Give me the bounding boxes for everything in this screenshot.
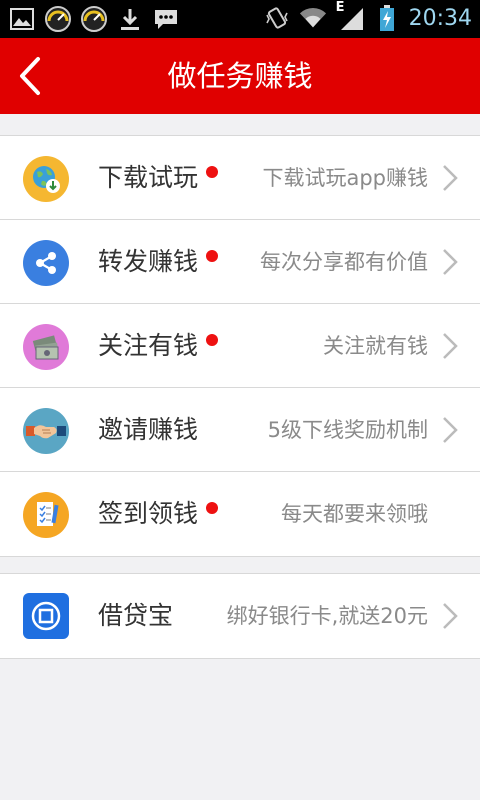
notification-badge xyxy=(206,250,218,262)
wifi-icon xyxy=(299,4,327,32)
notification-badge xyxy=(206,502,218,514)
list-item-download-trial[interactable]: 下载试玩 下载试玩app赚钱 xyxy=(0,136,480,220)
status-bar: E 20:34 xyxy=(0,0,480,38)
signal-icon: E xyxy=(335,0,365,32)
jiedaibao-logo-icon xyxy=(23,593,69,639)
chevron-right-icon xyxy=(443,249,458,275)
list-item-invite-earn[interactable]: 邀请赚钱 5级下线奖励机制 xyxy=(0,388,480,472)
item-label: 下载试玩 xyxy=(98,163,199,192)
globe-download-icon xyxy=(23,156,69,202)
checklist-icon xyxy=(23,492,69,538)
item-label: 借贷宝 xyxy=(98,601,174,630)
list-item-jiedaibao[interactable]: 借贷宝 绑好银行卡,就送20元 xyxy=(0,574,480,658)
page-title: 做任务赚钱 xyxy=(167,59,313,93)
list-item-checkin-earn[interactable]: 签到领钱 每天都要来领哦 xyxy=(0,472,480,556)
item-label: 邀请赚钱 xyxy=(98,415,199,444)
item-description: 每次分享都有价值 xyxy=(260,250,428,274)
task-list: 下载试玩 下载试玩app赚钱 转发赚钱 每次分享都有价值 关注有钱 关注就有钱 … xyxy=(0,135,480,557)
title-bar: 做任务赚钱 xyxy=(0,38,480,114)
item-description: 下载试玩app赚钱 xyxy=(262,166,428,190)
chevron-right-icon xyxy=(443,333,458,359)
speedometer-icon xyxy=(44,5,72,33)
chevron-right-icon xyxy=(443,417,458,443)
handshake-icon xyxy=(23,408,69,454)
clock: 20:34 xyxy=(408,5,472,31)
item-description: 关注就有钱 xyxy=(323,334,428,358)
item-label: 关注有钱 xyxy=(98,331,199,360)
money-icon xyxy=(23,324,69,370)
vibrate-icon xyxy=(263,4,291,32)
battery-charging-icon xyxy=(373,4,401,32)
image-icon xyxy=(8,5,36,33)
notification-badge xyxy=(206,166,218,178)
item-description: 5级下线奖励机制 xyxy=(267,418,428,442)
list-item-share-earn[interactable]: 转发赚钱 每次分享都有价值 xyxy=(0,220,480,304)
chevron-right-icon xyxy=(443,165,458,191)
item-description: 每天都要来领哦 xyxy=(281,502,428,526)
speedometer-icon xyxy=(80,5,108,33)
loan-section: 借贷宝 绑好银行卡,就送20元 xyxy=(0,573,480,659)
item-description: 绑好银行卡,就送20元 xyxy=(226,604,428,628)
download-icon xyxy=(116,5,144,33)
item-label: 转发赚钱 xyxy=(98,247,199,276)
list-item-follow-earn[interactable]: 关注有钱 关注就有钱 xyxy=(0,304,480,388)
item-label: 签到领钱 xyxy=(98,499,199,528)
chevron-right-icon xyxy=(443,603,458,629)
message-icon xyxy=(152,5,180,33)
notification-icons xyxy=(8,5,180,33)
share-icon xyxy=(23,240,69,286)
notification-badge xyxy=(206,334,218,346)
system-status: E 20:34 xyxy=(263,0,472,32)
